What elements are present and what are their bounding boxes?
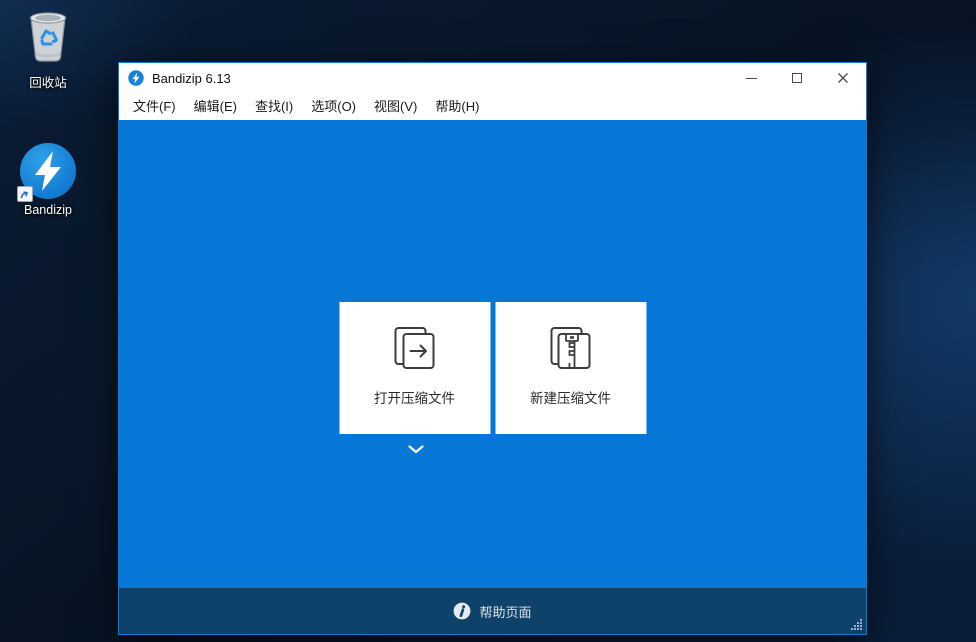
status-bar: 帮助页面 <box>119 588 866 634</box>
menu-item-find[interactable]: 查找(I) <box>246 93 302 120</box>
menu-item-edit[interactable]: 编辑(E) <box>185 93 246 120</box>
help-page-button[interactable]: 帮助页面 <box>453 602 531 621</box>
close-icon <box>837 72 849 84</box>
expand-more-button[interactable] <box>407 442 425 456</box>
chevron-down-icon <box>408 445 424 454</box>
shortcut-arrow-icon <box>17 186 33 202</box>
maximize-icon <box>792 73 802 83</box>
menu-item-help[interactable]: 帮助(H) <box>426 93 488 120</box>
window-title: Bandizip 6.13 <box>152 71 728 86</box>
close-button[interactable] <box>820 63 866 93</box>
bandizip-window: Bandizip 6.13 文件(F) 编辑(E) 查找(I) 选项(O) 视图… <box>118 62 867 635</box>
main-area: 打开压缩文件 新建压缩文件 <box>119 120 866 588</box>
maximize-button[interactable] <box>774 63 820 93</box>
desktop-icon-bandizip[interactable]: Bandizip <box>8 142 88 217</box>
new-archive-button[interactable]: 新建压缩文件 <box>495 302 646 434</box>
minimize-button[interactable] <box>728 63 774 93</box>
minimize-icon <box>746 78 757 79</box>
menu-bar: 文件(F) 编辑(E) 查找(I) 选项(O) 视图(V) 帮助(H) <box>119 93 866 120</box>
menu-item-view[interactable]: 视图(V) <box>365 93 426 120</box>
new-archive-label: 新建压缩文件 <box>530 387 611 407</box>
menu-item-options[interactable]: 选项(O) <box>302 93 365 120</box>
start-actions: 打开压缩文件 新建压缩文件 <box>339 302 646 434</box>
desktop-icon-recycle-bin[interactable]: 回收站 <box>8 8 88 91</box>
open-archive-label: 打开压缩文件 <box>374 387 455 407</box>
recycle-bin-icon <box>23 8 73 64</box>
bandizip-app-icon <box>128 70 144 86</box>
new-archive-icon <box>548 325 594 371</box>
open-archive-icon <box>392 325 438 371</box>
info-icon <box>453 602 471 620</box>
resize-grip[interactable] <box>849 617 863 631</box>
title-bar[interactable]: Bandizip 6.13 <box>119 63 866 93</box>
help-page-label: 帮助页面 <box>479 602 531 621</box>
desktop-icon-label: Bandizip <box>8 203 88 217</box>
open-archive-button[interactable]: 打开压缩文件 <box>339 302 490 434</box>
desktop-icon-label: 回收站 <box>8 72 88 91</box>
menu-item-file[interactable]: 文件(F) <box>124 93 185 120</box>
